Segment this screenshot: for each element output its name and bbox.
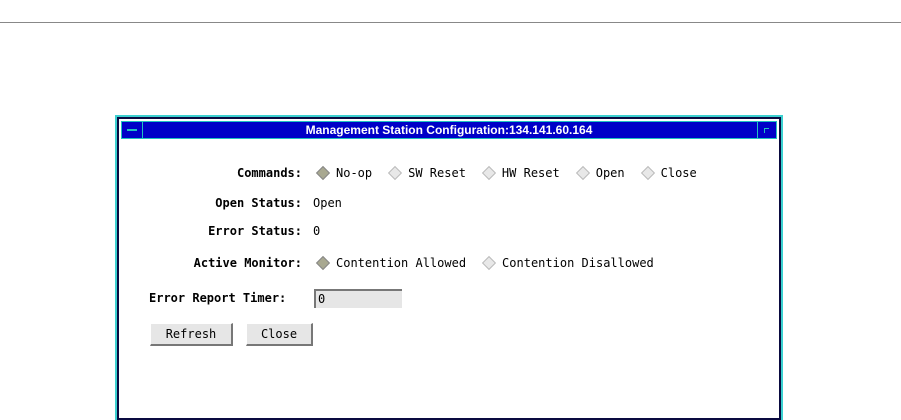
radio-open[interactable]: Open xyxy=(575,165,625,180)
radio-label: Contention Allowed xyxy=(336,256,467,270)
divider xyxy=(0,22,901,23)
active-monitor-radio-group: Contention Allowed Contention Disallowed xyxy=(315,255,672,270)
radio-sw-reset[interactable]: SW Reset xyxy=(388,165,466,180)
radio-contention-disallowed[interactable]: Contention Disallowed xyxy=(481,255,654,270)
error-report-timer-input[interactable]: 0 xyxy=(314,289,402,308)
dialog-window: Management Station Configuration:134.141… xyxy=(115,115,783,420)
open-status-label: Open Status: xyxy=(215,196,302,210)
radio-label: SW Reset xyxy=(408,166,466,180)
error-report-timer-label: Error Report Timer: xyxy=(149,291,287,305)
radio-icon xyxy=(640,165,655,180)
radio-selected-icon xyxy=(315,255,331,270)
window-menu-button[interactable] xyxy=(122,122,143,138)
radio-label: Close xyxy=(660,166,697,180)
radio-no-op[interactable]: No-op xyxy=(315,165,373,180)
radio-icon xyxy=(575,165,590,180)
commands-label: Commands: xyxy=(236,166,302,180)
error-status-value: 0 xyxy=(313,224,321,238)
window-title: Management Station Configuration:134.141… xyxy=(305,123,593,137)
title-bar[interactable]: Management Station Configuration:134.141… xyxy=(121,121,777,139)
radio-close[interactable]: Close xyxy=(640,165,697,180)
radio-icon xyxy=(481,255,497,270)
active-monitor-label: Active Monitor: xyxy=(193,256,302,270)
radio-icon xyxy=(481,165,496,180)
radio-hw-reset[interactable]: HW Reset xyxy=(481,165,560,180)
refresh-button[interactable]: Refresh xyxy=(150,323,233,346)
error-status-label: Error Status: xyxy=(208,224,302,238)
radio-label: Contention Disallowed xyxy=(502,256,654,270)
radio-selected-icon xyxy=(315,165,331,180)
commands-radio-group: No-op SW Reset HW Reset Open Close xyxy=(315,165,715,180)
close-button[interactable]: Close xyxy=(246,323,313,346)
radio-label: No-op xyxy=(336,166,373,180)
maximize-button[interactable] xyxy=(757,122,776,138)
radio-icon xyxy=(388,165,403,180)
radio-label: Open xyxy=(595,166,625,180)
radio-label: HW Reset xyxy=(501,166,560,180)
radio-contention-allowed[interactable]: Contention Allowed xyxy=(315,255,467,270)
open-status-value: Open xyxy=(313,196,342,210)
